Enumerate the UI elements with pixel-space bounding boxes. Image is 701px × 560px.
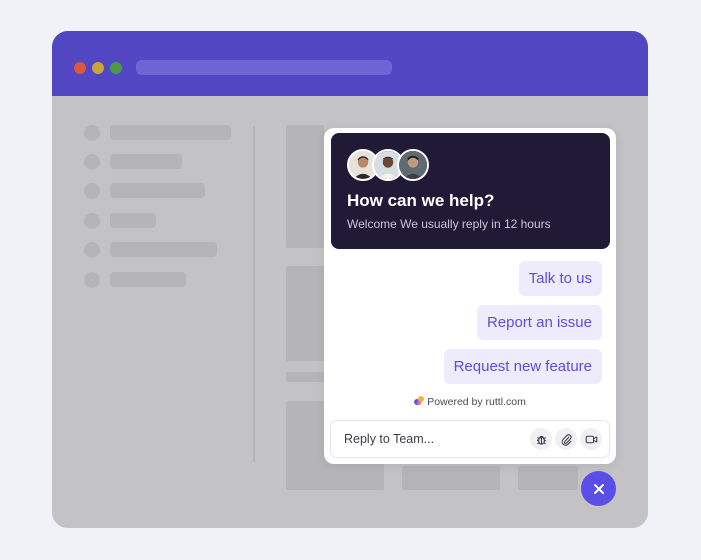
reply-bar	[330, 420, 610, 458]
close-chat-button[interactable]	[581, 471, 616, 506]
report-issue-button[interactable]: Report an issue	[476, 305, 602, 340]
team-avatars	[347, 149, 437, 181]
window-close-dot[interactable]	[74, 62, 86, 74]
skeleton-line	[110, 213, 156, 228]
powered-by-link[interactable]: Powered by ruttl.com	[427, 396, 526, 408]
skeleton-circle	[84, 242, 100, 258]
address-bar-placeholder	[136, 60, 392, 75]
agent-3-avatar	[397, 149, 429, 181]
paperclip-icon[interactable]	[555, 428, 577, 450]
skeleton-line	[110, 183, 205, 198]
window-minimize-dot[interactable]	[92, 62, 104, 74]
skeleton-line	[110, 125, 231, 140]
skeleton-line	[110, 272, 186, 287]
skeleton-block	[286, 372, 324, 382]
chat-subtitle: Welcome We usually reply in 12 hours	[347, 217, 551, 231]
skeleton-block	[286, 125, 324, 248]
browser-titlebar	[52, 31, 648, 96]
skeleton-divider	[253, 126, 255, 462]
powered-by: Powered by ruttl.com	[324, 396, 616, 408]
talk-to-us-button[interactable]: Talk to us	[518, 261, 602, 296]
skeleton-circle	[84, 272, 100, 288]
window-maximize-dot[interactable]	[110, 62, 122, 74]
chat-header: How can we help? Welcome We usually repl…	[331, 133, 610, 249]
chat-title: How can we help?	[347, 191, 495, 210]
skeleton-block	[402, 466, 500, 490]
skeleton-line	[110, 242, 217, 257]
bug-icon[interactable]	[530, 428, 552, 450]
close-icon	[593, 483, 604, 494]
request-feature-button[interactable]: Request new feature	[443, 349, 602, 384]
screenshot-frame: How can we help? Welcome We usually repl…	[0, 0, 701, 560]
skeleton-block	[518, 466, 578, 490]
ruttl-logo-icon	[414, 396, 425, 406]
skeleton-line	[110, 154, 182, 169]
reply-input[interactable]	[344, 421, 524, 457]
support-chat-widget: How can we help? Welcome We usually repl…	[324, 128, 616, 464]
skeleton-circle	[84, 213, 100, 229]
skeleton-circle	[84, 125, 100, 141]
skeleton-circle	[84, 154, 100, 170]
video-icon[interactable]	[580, 428, 602, 450]
skeleton-circle	[84, 183, 100, 199]
skeleton-block	[286, 266, 324, 361]
